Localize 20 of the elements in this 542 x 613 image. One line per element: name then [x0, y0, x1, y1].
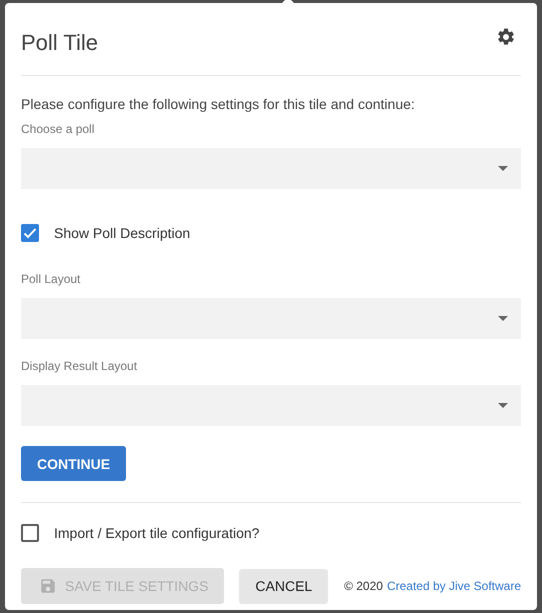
settings-icon[interactable] [496, 26, 516, 46]
checkbox-label: Import / Export tile configuration? [54, 525, 260, 541]
dropdown-field[interactable] [21, 148, 521, 189]
instruction-text: Please configure the following settings for this tile and continue: [21, 96, 416, 112]
checkbox-label: Show Poll Description [54, 225, 190, 241]
caret-icon [498, 403, 508, 408]
field-label: Choose a poll [21, 122, 96, 136]
dialog-title: Poll Tile [21, 30, 98, 56]
credit-link[interactable]: Created by Jive Software [386, 579, 521, 593]
field-label: Display Result Layout [21, 359, 138, 373]
dropdown-field[interactable] [21, 385, 521, 426]
dropdown-field[interactable] [21, 298, 521, 339]
continue-button[interactable]: CONTINUE [21, 446, 126, 481]
caret-icon [498, 166, 508, 171]
checkbox[interactable] [21, 224, 39, 242]
copyright-text: © 2020 [344, 579, 383, 593]
caret-icon [498, 316, 508, 321]
field-label: Poll Layout [21, 272, 82, 286]
cancel-button[interactable]: CANCEL [239, 568, 328, 604]
checkbox[interactable] [21, 524, 39, 542]
